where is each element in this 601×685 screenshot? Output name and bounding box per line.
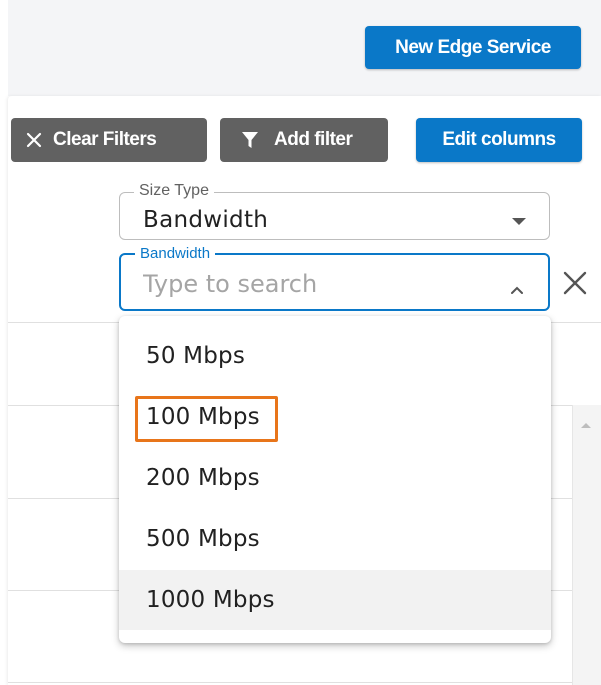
bandwidth-autocomplete[interactable]: Bandwidth bbox=[119, 245, 550, 311]
scroll-up-arrow-icon[interactable] bbox=[580, 416, 592, 434]
bandwidth-option[interactable]: 1000 Mbps bbox=[119, 570, 551, 630]
chevron-up-icon[interactable] bbox=[511, 281, 523, 299]
chevron-down-icon[interactable] bbox=[512, 213, 526, 231]
bandwidth-options-list: 50 Mbps 100 Mbps 200 Mbps 500 Mbps 1000 … bbox=[119, 316, 551, 643]
table-scrollbar[interactable] bbox=[572, 405, 601, 685]
bandwidth-option[interactable]: 50 Mbps bbox=[119, 326, 551, 386]
bandwidth-option[interactable]: 500 Mbps bbox=[119, 509, 551, 569]
clear-filters-button[interactable]: Clear Filters bbox=[11, 118, 207, 162]
bandwidth-option[interactable]: 100 Mbps bbox=[119, 387, 551, 447]
remove-filter-close-icon[interactable] bbox=[562, 270, 588, 301]
bandwidth-legend: Bandwidth bbox=[135, 245, 216, 263]
bandwidth-option[interactable]: 200 Mbps bbox=[119, 448, 551, 508]
size-type-legend: Size Type bbox=[134, 182, 214, 200]
clear-filters-label: Clear Filters bbox=[53, 129, 157, 150]
add-filter-button[interactable]: Add filter bbox=[220, 118, 388, 162]
bandwidth-search-input[interactable] bbox=[143, 268, 483, 300]
edit-columns-button[interactable]: Edit columns bbox=[416, 118, 582, 162]
size-type-value: Bandwidth bbox=[143, 207, 269, 233]
table-row-divider bbox=[8, 682, 601, 683]
filter-icon bbox=[240, 130, 260, 150]
new-edge-service-button[interactable]: New Edge Service bbox=[365, 26, 581, 69]
add-filter-label: Add filter bbox=[274, 129, 353, 150]
size-type-select[interactable]: Size Type Bandwidth bbox=[119, 182, 550, 240]
close-icon bbox=[25, 131, 43, 149]
page: New Edge Service Clear Filters Add filte… bbox=[0, 0, 601, 685]
